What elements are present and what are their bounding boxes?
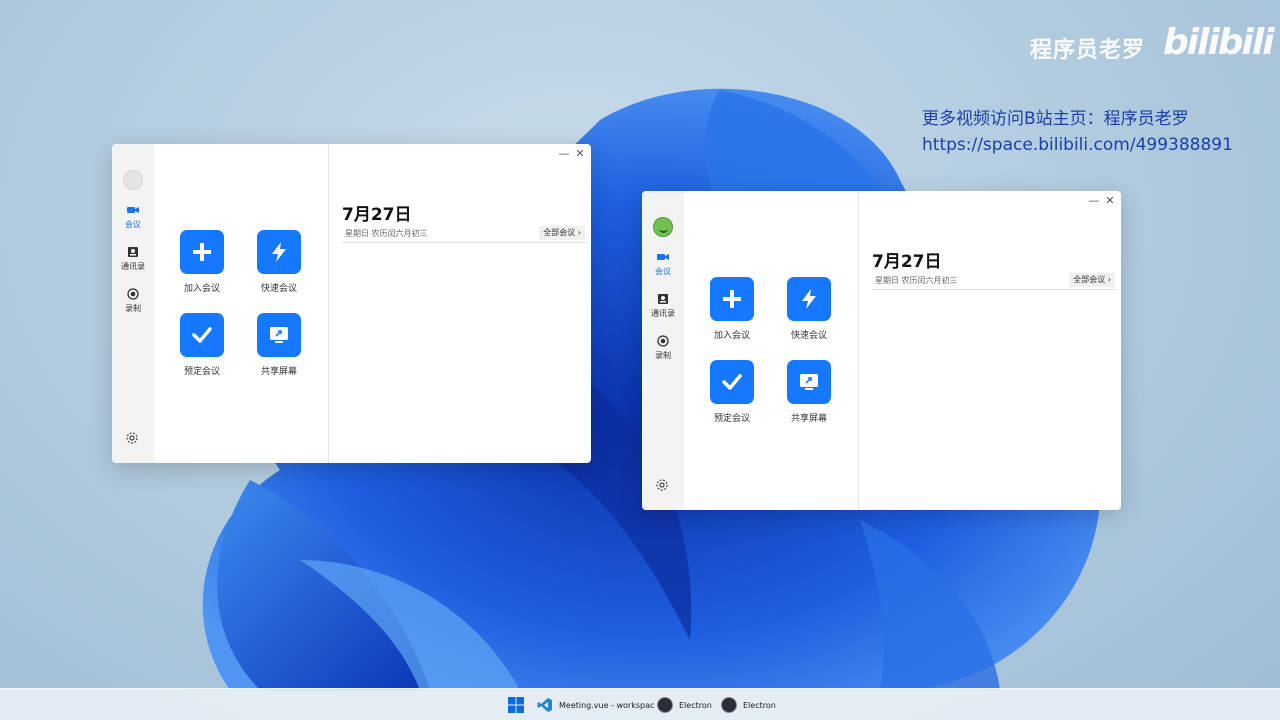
avatar[interactable] [123, 170, 143, 190]
action-label: 预定会议 [713, 414, 750, 424]
meeting-app-window: 会议 通讯录 录制 加入会议 快速会议 预定会议 共享屏幕 7月27日 星期日 … [112, 144, 591, 463]
schedule-panel: 7月27日 星期日 农历闰六月初三 全部会议 › — ✕ [329, 144, 591, 463]
all-meetings-button[interactable]: 全部会议 › [1069, 273, 1115, 287]
date-heading: 7月27日 [342, 205, 412, 225]
promo-text: 更多视频访问B站主页：程序员老罗 [922, 109, 1189, 129]
checkmark-icon [722, 374, 742, 390]
sidebar-item-record[interactable]: 录制 [642, 335, 684, 361]
action-label: 加入会议 [183, 284, 220, 294]
sidebar-item-contacts[interactable]: 通讯录 [112, 246, 154, 272]
sidebar-item-meeting[interactable]: 会议 [642, 251, 684, 277]
meeting-app-window: 会议 通讯录 录制 加入会议 快速会议 预定会议 共享屏幕 7月27日 星期日 … [642, 191, 1121, 510]
action-label: 共享屏幕 [260, 367, 297, 377]
taskbar-item-label: Meeting.vue - workspac [559, 700, 655, 710]
sidebar-item-label: 会议 [655, 267, 671, 276]
contacts-icon [658, 294, 668, 304]
action-label: 共享屏幕 [790, 414, 827, 424]
share-screen-icon [270, 327, 288, 343]
sidebar-item-record[interactable]: 录制 [112, 288, 154, 314]
start-button[interactable] [508, 693, 524, 717]
taskbar-item-vscode[interactable]: Meeting.vue - workspac [537, 693, 654, 717]
date-heading: 7月27日 [872, 252, 942, 272]
minimize-button[interactable]: — [1087, 194, 1101, 208]
action-label: 快速会议 [260, 284, 297, 294]
sidebar-item-label: 录制 [125, 304, 141, 313]
join-meeting-button[interactable]: 加入会议 [704, 277, 760, 341]
plus-icon [193, 243, 211, 261]
video-camera-icon [657, 254, 669, 260]
promo-url: https://space.bilibili.com/499388891 [922, 135, 1233, 155]
all-meetings-label: 全部会议 [543, 228, 576, 237]
lightning-icon [272, 242, 286, 262]
settings-gear-icon[interactable] [125, 431, 139, 445]
quick-actions-panel: 加入会议 快速会议 预定会议 共享屏幕 [684, 191, 859, 510]
action-label: 快速会议 [790, 331, 827, 341]
schedule-meeting-button[interactable]: 预定会议 [174, 313, 230, 377]
chevron-right-icon: › [1107, 275, 1111, 284]
share-screen-button[interactable]: 共享屏幕 [781, 360, 837, 424]
action-label: 预定会议 [183, 367, 220, 377]
sidebar-item-contacts[interactable]: 通讯录 [642, 293, 684, 319]
taskbar-item-electron[interactable]: Electron [721, 693, 776, 717]
taskbar-item-electron[interactable]: Electron [657, 693, 712, 717]
chevron-right-icon: › [577, 228, 581, 237]
avatar[interactable] [653, 217, 673, 237]
vscode-icon [537, 698, 552, 712]
plus-icon [723, 290, 741, 308]
quick-meeting-button[interactable]: 快速会议 [781, 277, 837, 341]
settings-gear-icon[interactable] [655, 478, 669, 492]
electron-icon [657, 697, 673, 713]
lunar-date: 星期日 农历闰六月初三 [875, 276, 958, 285]
lunar-date: 星期日 农历闰六月初三 [345, 229, 428, 238]
contacts-icon [128, 247, 138, 257]
date-subrow: 星期日 农历闰六月初三 全部会议 › [872, 273, 1117, 290]
taskbar-item-label: Electron [679, 700, 712, 710]
sidebar-item-label: 会议 [125, 220, 141, 229]
windows-start-icon [508, 697, 524, 713]
sidebar-item-label: 录制 [655, 351, 671, 360]
checkmark-icon [192, 327, 212, 343]
join-meeting-button[interactable]: 加入会议 [174, 230, 230, 294]
quick-meeting-button[interactable]: 快速会议 [251, 230, 307, 294]
date-subrow: 星期日 农历闰六月初三 全部会议 › [342, 226, 587, 243]
share-screen-button[interactable]: 共享屏幕 [251, 313, 307, 377]
record-icon [657, 335, 669, 347]
schedule-meeting-button[interactable]: 预定会议 [704, 360, 760, 424]
minimize-button[interactable]: — [557, 147, 571, 161]
sidebar-item-label: 通讯录 [651, 309, 675, 318]
sidebar-item-meeting[interactable]: 会议 [112, 204, 154, 230]
taskbar-item-label: Electron [743, 700, 776, 710]
quick-actions-panel: 加入会议 快速会议 预定会议 共享屏幕 [154, 144, 329, 463]
sidebar: 会议 通讯录 录制 [642, 191, 684, 510]
taskbar: Meeting.vue - workspac Electron Electron [0, 688, 1280, 720]
watermark-author: 程序员老罗 [1030, 38, 1146, 63]
record-icon [127, 288, 139, 300]
schedule-panel: 7月27日 星期日 农历闰六月初三 全部会议 › — ✕ [859, 191, 1121, 510]
lightning-icon [802, 289, 816, 309]
all-meetings-button[interactable]: 全部会议 › [539, 226, 585, 240]
sidebar: 会议 通讯录 录制 [112, 144, 154, 463]
sidebar-item-label: 通讯录 [121, 262, 145, 271]
share-screen-icon [800, 374, 818, 390]
video-camera-icon [127, 207, 139, 213]
electron-icon [721, 697, 737, 713]
all-meetings-label: 全部会议 [1073, 275, 1106, 284]
bilibili-logo: bilibili [1163, 22, 1275, 63]
close-button[interactable]: ✕ [1103, 194, 1117, 208]
close-button[interactable]: ✕ [573, 147, 587, 161]
action-label: 加入会议 [713, 331, 750, 341]
